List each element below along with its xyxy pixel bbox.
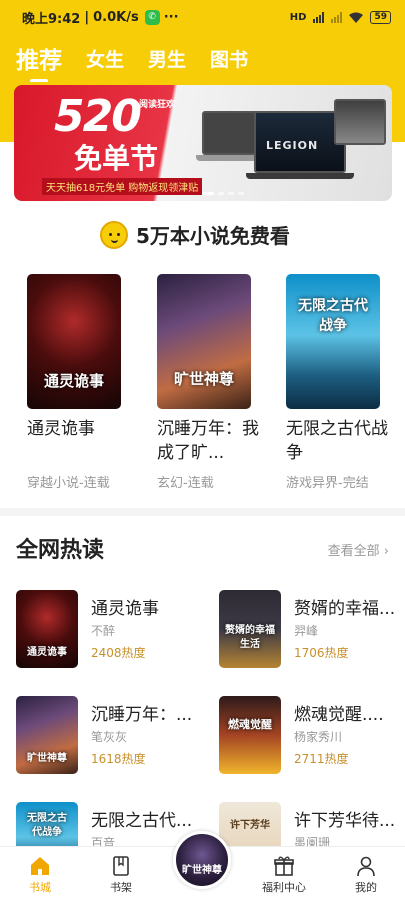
hot-book-item[interactable]: 旷世神尊 沉睡万年：... 笔灰灰 1618热度 — [16, 696, 206, 776]
hot-book-item[interactable]: 无限之古代战争 无限之古代... 百音 — [16, 802, 206, 846]
tab-male[interactable]: 男生 — [148, 45, 186, 72]
book-title: 通灵诡事 — [27, 419, 95, 439]
book-cover: 通灵诡事 — [16, 590, 78, 668]
banner-headline: 520 — [54, 91, 142, 142]
book-heat: 2711热度 — [294, 752, 349, 766]
book-cover: 无限之古代战争 — [286, 274, 380, 409]
signal-icon — [313, 11, 325, 23]
status-time: 晚上9:42 — [22, 11, 81, 27]
mascot-icon — [100, 220, 128, 249]
book-title: 许下芳华待... — [294, 811, 396, 831]
hot-section-title: 全网热读 — [16, 538, 105, 563]
hot-book-item[interactable]: 通灵诡事 通灵诡事 不醉 2408热度 — [16, 590, 206, 670]
network-type: HD — [289, 11, 307, 23]
hot-reads-section: 全网热读 查看全部 › 通灵诡事 通灵诡事 不醉 2408热度 赘婿的幸福生活 … — [0, 516, 405, 846]
book-title: 无限之古代战争 — [286, 419, 388, 463]
bottom-nav: 书城 书架 旷世神尊 福利中心 我的 — [0, 831, 405, 900]
book-cover: 旷世神尊 — [16, 696, 78, 774]
chevron-right-icon: › — [383, 544, 389, 559]
tab-female[interactable]: 女生 — [86, 45, 124, 72]
book-author: 墨阑珊 — [294, 836, 331, 846]
more-notifications-icon: ··· — [163, 9, 179, 25]
book-title: 沉睡万年：... — [91, 705, 193, 725]
tab-books[interactable]: 图书 — [210, 45, 248, 72]
book-cover: 许下芳华 — [219, 802, 281, 846]
book-meta: 穿越小说-连载 — [27, 476, 110, 491]
book-meta: 游戏异界-完结 — [286, 476, 369, 491]
free-book-card[interactable]: 通灵诡事 通灵诡事 穿越小说-连载 — [27, 274, 137, 491]
book-author: 百音 — [91, 836, 116, 846]
banner-title: 免单节 — [74, 142, 159, 175]
banner-pagination — [202, 192, 244, 195]
book-cover: 无限之古代战争 — [16, 802, 78, 846]
battery-icon: 59 — [370, 10, 391, 24]
nav-welfare-center[interactable]: 福利中心 — [254, 855, 314, 895]
book-heat: 1618热度 — [91, 752, 146, 766]
home-icon — [31, 857, 49, 875]
free-section-title: 5万本小说免费看 — [136, 224, 290, 248]
free-book-card[interactable]: 无限之古代战争 无限之古代战争 游戏异界-完结 — [286, 274, 396, 491]
signal-2-icon — [331, 11, 343, 23]
top-tabs: 推荐 女生 男生 图书 — [0, 34, 405, 83]
gift-icon — [274, 856, 294, 876]
book-cover: 旷世神尊 — [157, 274, 251, 409]
banner-brand: LEGION — [266, 139, 319, 152]
book-meta: 玄幻-连载 — [157, 476, 214, 491]
book-title: 通灵诡事 — [91, 599, 159, 619]
status-bar: 晚上9:42 | 0.0K/s ✆ ··· HD 59 — [0, 0, 405, 34]
free-novels-section: 5万本小说免费看 通灵诡事 通灵诡事 穿越小说-连载 旷世神尊 沉睡万年：我成了… — [0, 202, 405, 508]
nav-bookstore[interactable]: 书城 — [10, 855, 70, 895]
book-author: 羿峰 — [294, 624, 319, 638]
tab-recommend[interactable]: 推荐 — [16, 41, 62, 83]
book-title: 沉睡万年：我成了旷... — [157, 419, 259, 463]
book-author: 笔灰灰 — [91, 730, 128, 744]
current-reading-book[interactable]: 旷世神尊 — [173, 831, 231, 889]
laptop-image-right — [334, 99, 386, 145]
wifi-icon — [349, 12, 364, 23]
profile-icon — [357, 856, 375, 877]
bookshelf-icon — [113, 856, 129, 876]
book-cover: 燃魂觉醒 — [219, 696, 281, 774]
book-author: 不醉 — [91, 624, 116, 638]
network-speed: 0.0K/s — [93, 9, 139, 25]
book-title: 无限之古代... — [91, 811, 193, 831]
wechat-icon: ✆ — [144, 9, 160, 25]
book-title: 赘婿的幸福... — [294, 599, 396, 619]
banner-tag: 阅读狂欢 — [139, 100, 176, 110]
free-book-card[interactable]: 旷世神尊 沉睡万年：我成了旷... 玄幻-连载 — [157, 274, 267, 491]
hot-book-item[interactable]: 许下芳华 许下芳华待... 墨阑珊 — [219, 802, 405, 846]
hot-book-item[interactable]: 燃魂觉醒 燃魂觉醒.... 杨家秀川 2711热度 — [219, 696, 405, 776]
book-cover: 赘婿的幸福生活 — [219, 590, 281, 668]
nav-bookshelf[interactable]: 书架 — [91, 855, 151, 895]
book-cover: 通灵诡事 — [27, 274, 121, 409]
book-title: 燃魂觉醒.... — [294, 705, 384, 725]
hot-book-item[interactable]: 赘婿的幸福生活 赘婿的幸福... 羿峰 1706热度 — [219, 590, 405, 670]
banner-subtitle: 天天抽618元免单 购物返现领津贴 — [42, 178, 203, 195]
book-author: 杨家秀川 — [294, 730, 343, 744]
book-heat: 2408热度 — [91, 646, 146, 660]
nav-profile[interactable]: 我的 — [336, 855, 396, 895]
book-heat: 1706热度 — [294, 646, 349, 660]
promo-banner[interactable]: 520 阅读狂欢 免单节 天天抽618元免单 购物返现领津贴 LEGION — [14, 85, 392, 201]
view-all-link[interactable]: 查看全部 › — [328, 540, 389, 559]
